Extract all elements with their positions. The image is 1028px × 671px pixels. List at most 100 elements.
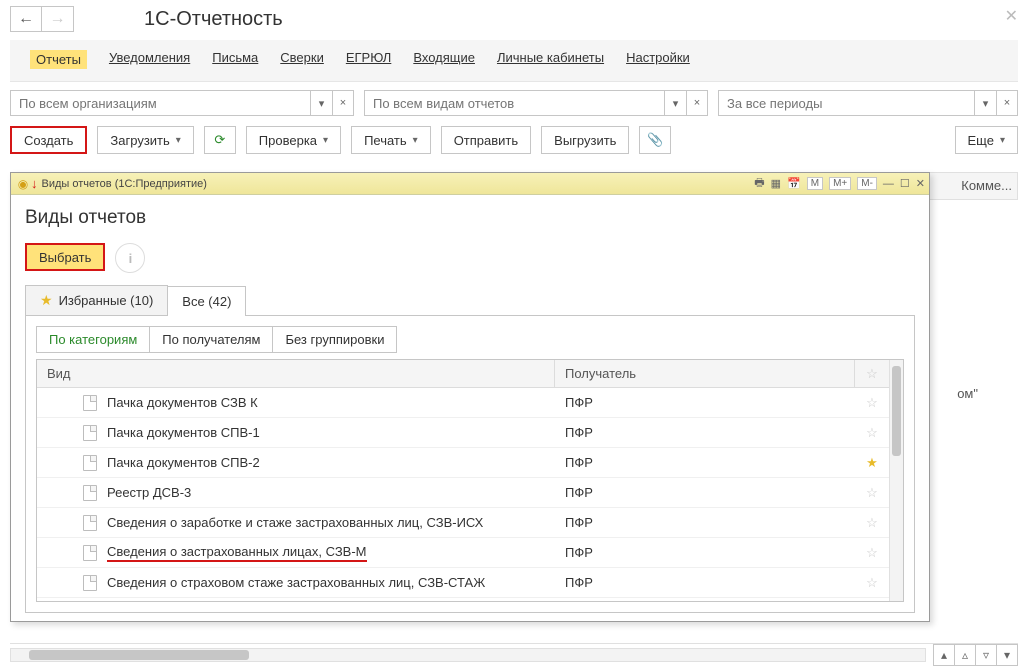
table-row[interactable]: Сведения о страховом стаже застрахованны…: [37, 568, 889, 598]
tab-cabinets[interactable]: Личные кабинеты: [497, 50, 604, 69]
star-icon: ★: [40, 292, 53, 309]
dropdown-icon[interactable]: ▾: [974, 90, 996, 116]
filter-organization-input[interactable]: [10, 90, 310, 116]
row-recipient: ПФР: [555, 395, 855, 410]
send-button[interactable]: Отправить: [441, 126, 531, 154]
favorite-toggle[interactable]: ☆: [855, 485, 889, 501]
refresh-button[interactable]: ⟳: [204, 126, 236, 154]
attach-button[interactable]: 📎: [639, 126, 671, 154]
scroll-bottom-button[interactable]: ▾: [996, 644, 1018, 666]
favorite-toggle[interactable]: ★: [855, 455, 889, 471]
group-none[interactable]: Без группировки: [272, 326, 397, 353]
tab-favorites-label: Избранные (10): [59, 293, 154, 308]
table-row[interactable]: Сведения о заработке и стаже застрахован…: [37, 508, 889, 538]
m-plus-button[interactable]: M+: [829, 177, 851, 190]
tab-egrul[interactable]: ЕГРЮЛ: [346, 50, 391, 69]
scrollbar-thumb[interactable]: [29, 650, 249, 660]
group-by-category[interactable]: По категориям: [36, 326, 150, 353]
tab-notifications[interactable]: Уведомления: [109, 50, 190, 69]
minimize-icon[interactable]: —: [883, 178, 894, 190]
favorite-toggle[interactable]: ☆: [855, 395, 889, 411]
favorite-toggle[interactable]: ☆: [855, 515, 889, 531]
filter-period: ▾ ×: [718, 90, 1018, 116]
horizontal-scrollbar[interactable]: [10, 648, 926, 662]
favorite-toggle[interactable]: ☆: [855, 575, 889, 591]
table-row[interactable]: Реестр ДСВ-3ПФР☆: [37, 478, 889, 508]
filter-report-type: ▾ ×: [364, 90, 708, 116]
tab-settings[interactable]: Настройки: [626, 50, 690, 69]
m-minus-button[interactable]: M-: [857, 177, 877, 190]
m-button[interactable]: M: [807, 177, 823, 190]
tab-reconciliations[interactable]: Сверки: [280, 50, 324, 69]
row-recipient: ПФР: [555, 515, 855, 530]
scrollbar-thumb[interactable]: [892, 366, 901, 456]
document-icon: [83, 395, 97, 411]
forward-button[interactable]: →: [42, 6, 74, 32]
help-icon[interactable]: i: [115, 243, 145, 273]
tab-incoming[interactable]: Входящие: [413, 50, 475, 69]
document-icon: [83, 515, 97, 531]
favorite-toggle[interactable]: ☆: [855, 545, 889, 561]
check-button[interactable]: Проверка ▾: [246, 126, 341, 154]
select-button[interactable]: Выбрать: [25, 243, 105, 271]
close-icon[interactable]: ✕: [916, 177, 925, 190]
table-row[interactable]: Сведения о застрахованных лицах, СЗВ-М ПФ…: [37, 538, 889, 568]
check-button-label: Проверка: [259, 133, 317, 148]
document-icon: [83, 485, 97, 501]
filter-period-input[interactable]: [718, 90, 974, 116]
dialog-title: Виды отчетов (1С:Предприятие): [42, 178, 207, 190]
row-recipient: ПФР: [555, 455, 855, 470]
table-row[interactable]: Пачка документов СЗВ К ПФР☆: [37, 388, 889, 418]
scroll-top-button[interactable]: ▴: [933, 644, 955, 666]
vertical-scrollbar[interactable]: [889, 360, 903, 601]
table-row[interactable]: Пачка документов СПВ-2 ПФР★: [37, 448, 889, 478]
bg-text-fragment: ом": [957, 386, 978, 401]
document-icon: [83, 455, 97, 471]
maximize-icon[interactable]: ☐: [900, 177, 910, 190]
dropdown-icon[interactable]: ▾: [664, 90, 686, 116]
row-name: Пачка документов СЗВ К: [107, 395, 258, 410]
close-icon[interactable]: ✕: [1005, 6, 1018, 26]
main-tabs: Отчеты Уведомления Письма Сверки ЕГРЮЛ В…: [10, 40, 1018, 82]
calculator-icon[interactable]: ▦: [771, 177, 781, 190]
row-name: Реестр ДСВ-3: [107, 485, 191, 500]
print-button[interactable]: Печать ▾: [351, 126, 431, 154]
column-kind[interactable]: Вид: [37, 360, 555, 387]
clear-icon[interactable]: ×: [996, 90, 1018, 116]
load-button[interactable]: Загрузить ▾: [97, 126, 193, 154]
app-1c-icon: ◉: [15, 177, 31, 191]
row-recipient: ПФР: [555, 575, 855, 590]
row-name: Пачка документов СПВ-2: [107, 455, 260, 470]
tab-favorites[interactable]: ★ Избранные (10): [25, 285, 168, 315]
chevron-down-icon: ▾: [176, 135, 181, 146]
scroll-down-button[interactable]: ▿: [975, 644, 997, 666]
load-button-label: Загрузить: [110, 133, 169, 148]
clear-icon[interactable]: ×: [686, 90, 708, 116]
chevron-down-icon: ▾: [323, 135, 328, 146]
filter-organization: ▾ ×: [10, 90, 354, 116]
dialog-heading: Виды отчетов: [25, 207, 915, 229]
more-button[interactable]: Еще ▾: [955, 126, 1018, 154]
scroll-up-button[interactable]: ▵: [954, 644, 976, 666]
create-button[interactable]: Создать: [10, 126, 87, 154]
tab-reports[interactable]: Отчеты: [30, 50, 87, 69]
filter-report-type-input[interactable]: [364, 90, 664, 116]
row-name: Сведения о застрахованных лицах, СЗВ-М: [107, 544, 367, 562]
row-recipient: ПФР: [555, 545, 855, 560]
tab-letters[interactable]: Письма: [212, 50, 258, 69]
print-button-label: Печать: [364, 133, 407, 148]
calendar-icon[interactable]: 📅: [787, 177, 801, 190]
group-by-recipient[interactable]: По получателям: [149, 326, 273, 353]
dropdown-icon[interactable]: ▾: [310, 90, 332, 116]
row-recipient: ПФР: [555, 425, 855, 440]
favorite-toggle[interactable]: ☆: [855, 425, 889, 441]
chevron-down-icon: ▾: [413, 135, 418, 146]
column-recipient[interactable]: Получатель: [555, 360, 855, 387]
table-row[interactable]: Пачка документов СПВ-1ПФР☆: [37, 418, 889, 448]
unload-button[interactable]: Выгрузить: [541, 126, 629, 154]
tab-all[interactable]: Все (42): [167, 286, 246, 316]
clear-icon[interactable]: ×: [332, 90, 354, 116]
back-button[interactable]: ←: [10, 6, 42, 32]
print-icon[interactable]: 🖶: [754, 174, 764, 193]
document-icon: [83, 545, 97, 561]
